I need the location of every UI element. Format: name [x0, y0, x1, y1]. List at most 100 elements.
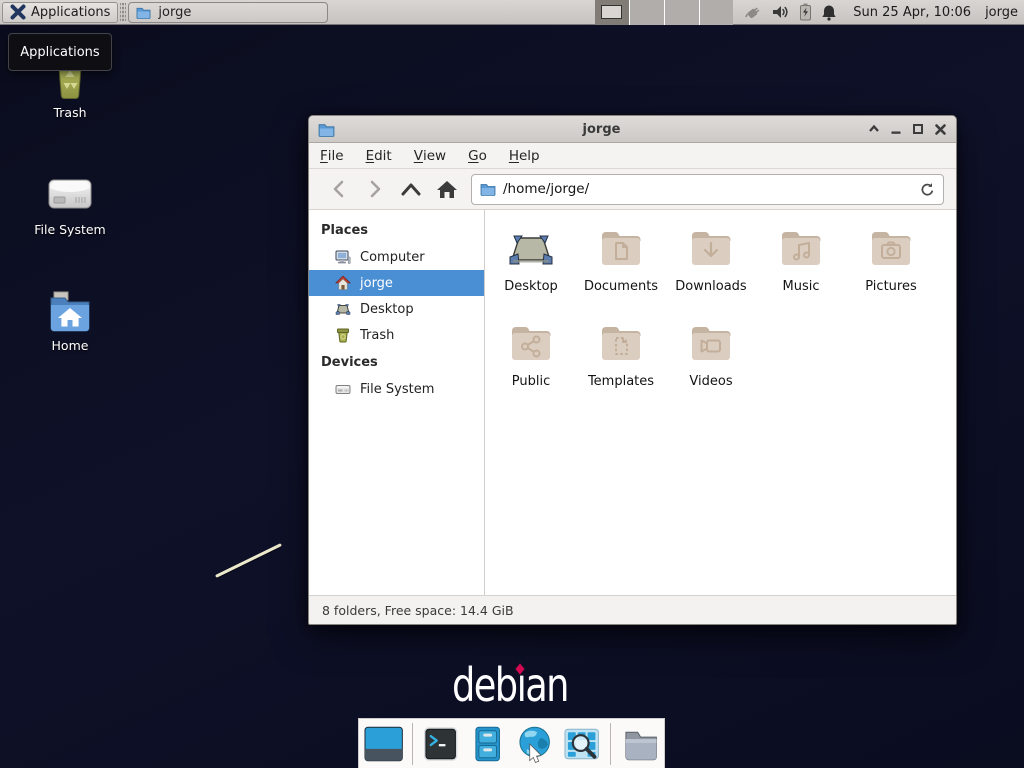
titlebar[interactable]: jorge: [309, 116, 956, 143]
file-item-public[interactable]: Public: [486, 319, 576, 389]
terminal-icon[interactable]: [422, 725, 459, 763]
toolbar: /home/jorge/: [309, 169, 956, 210]
location-bar[interactable]: /home/jorge/: [471, 174, 944, 205]
xfce-applications-icon: [10, 4, 26, 20]
file-item-music[interactable]: Music: [756, 224, 846, 294]
home-folder-icon: [46, 290, 94, 334]
sidebar-item-filesystem[interactable]: File System: [309, 376, 484, 402]
desktop-icon-home[interactable]: Home: [22, 290, 118, 353]
top-panel: Applications jorge: [0, 0, 1024, 25]
drive-small-icon: [335, 381, 351, 397]
back-button[interactable]: [321, 174, 357, 204]
workspace-switcher[interactable]: [595, 0, 733, 25]
taskbar-window-label: jorge: [158, 5, 191, 20]
file-item-label: Desktop: [486, 279, 576, 294]
panel-handle[interactable]: [120, 3, 126, 21]
file-manager-window: jorge File Edit View Go Help: [308, 115, 957, 625]
taskbar-window-button[interactable]: jorge: [128, 2, 328, 23]
sidebar-item-desktop[interactable]: Desktop: [309, 296, 484, 322]
close-button[interactable]: [934, 123, 947, 136]
battery-icon[interactable]: [799, 3, 812, 21]
sidebar-item-computer[interactable]: Computer: [309, 244, 484, 270]
templates-folder-icon: [597, 319, 645, 367]
clock[interactable]: Sun 25 Apr, 10:06: [853, 5, 971, 20]
workspace-window-preview: [601, 5, 622, 19]
file-item-templates[interactable]: Templates: [576, 319, 666, 389]
sidebar-item-label: Trash: [360, 328, 394, 343]
file-item-pictures[interactable]: Pictures: [846, 224, 936, 294]
file-item-label: Documents: [576, 279, 666, 294]
debian-logo: debıan: [452, 662, 568, 708]
file-item-downloads[interactable]: Downloads: [666, 224, 756, 294]
window-folder-icon: [318, 121, 335, 138]
menu-view[interactable]: View: [403, 143, 457, 168]
menu-edit[interactable]: Edit: [355, 143, 403, 168]
file-item-label: Music: [756, 279, 846, 294]
desktop-item-icon: [507, 224, 555, 272]
window-title: jorge: [341, 122, 862, 137]
public-folder-icon: [507, 319, 555, 367]
location-text: /home/jorge/: [503, 181, 913, 197]
up-button[interactable]: [393, 174, 429, 204]
applications-menu-label: Applications: [31, 5, 110, 20]
workspace-4[interactable]: [699, 0, 734, 25]
sidebar-item-label: Desktop: [360, 302, 414, 317]
applications-menu-button[interactable]: Applications: [2, 2, 118, 23]
reload-icon[interactable]: [920, 182, 935, 197]
sidebar-header-places: Places: [309, 216, 484, 244]
menu-help[interactable]: Help: [498, 143, 551, 168]
show-desktop-icon[interactable]: [364, 725, 403, 763]
documents-folder-icon: [597, 224, 645, 272]
pencil-line: [215, 543, 282, 578]
workspace-2[interactable]: [629, 0, 664, 25]
user-home-icon: [335, 275, 351, 291]
sidebar-item-label: jorge: [360, 276, 393, 291]
workspace-1[interactable]: [595, 0, 629, 25]
menu-file[interactable]: File: [309, 143, 355, 168]
desktop-icon-label: File System: [22, 222, 118, 237]
desktop-screen: Applications jorge: [0, 0, 1024, 768]
applications-tooltip: Applications: [8, 33, 112, 71]
file-item-label: Public: [486, 374, 576, 389]
sidebar-item-label: File System: [360, 382, 434, 397]
computer-icon: [335, 249, 351, 265]
folder-icon: [480, 181, 496, 197]
volume-icon[interactable]: [772, 4, 790, 20]
menu-go[interactable]: Go: [457, 143, 498, 168]
sidebar-item-trash[interactable]: Trash: [309, 322, 484, 348]
file-item-videos[interactable]: Videos: [666, 319, 756, 389]
shade-button[interactable]: [868, 123, 880, 135]
downloads-folder-icon: [687, 224, 735, 272]
file-cabinet-icon[interactable]: [469, 725, 506, 763]
file-item-label: Pictures: [846, 279, 936, 294]
desktop-icon: [335, 301, 351, 317]
pictures-folder-icon: [867, 224, 915, 272]
file-item-label: Downloads: [666, 279, 756, 294]
file-item-label: Templates: [576, 374, 666, 389]
workspace-3[interactable]: [664, 0, 699, 25]
app-finder-icon[interactable]: [563, 725, 600, 763]
home-button[interactable]: [429, 174, 465, 204]
system-tray: [743, 3, 837, 22]
desktop-icon-label: Trash: [22, 105, 118, 120]
forward-button[interactable]: [357, 174, 393, 204]
statusbar: 8 folders, Free space: 14.4 GiB: [309, 595, 956, 624]
maximize-button[interactable]: [912, 123, 924, 135]
music-folder-icon: [777, 224, 825, 272]
network-icon[interactable]: [743, 3, 763, 22]
web-browser-globe-icon[interactable]: [515, 725, 554, 763]
harddrive-icon: [46, 172, 94, 218]
file-item-label: Videos: [666, 374, 756, 389]
dock-separator: [610, 723, 611, 765]
dock-separator: [412, 723, 413, 765]
sidebar-item-jorge-selected[interactable]: jorge: [309, 270, 484, 296]
notifications-bell-icon[interactable]: [821, 4, 837, 21]
session-username[interactable]: jorge: [985, 5, 1018, 20]
file-item-documents[interactable]: Documents: [576, 224, 666, 294]
window-content: Places Computer: [309, 210, 956, 595]
desktop-icon-filesystem[interactable]: File System: [22, 172, 118, 237]
minimize-button[interactable]: [890, 123, 902, 135]
sidebar-item-label: Computer: [360, 250, 425, 265]
file-item-desktop[interactable]: Desktop: [486, 224, 576, 294]
folder-launcher-icon[interactable]: [620, 725, 659, 763]
